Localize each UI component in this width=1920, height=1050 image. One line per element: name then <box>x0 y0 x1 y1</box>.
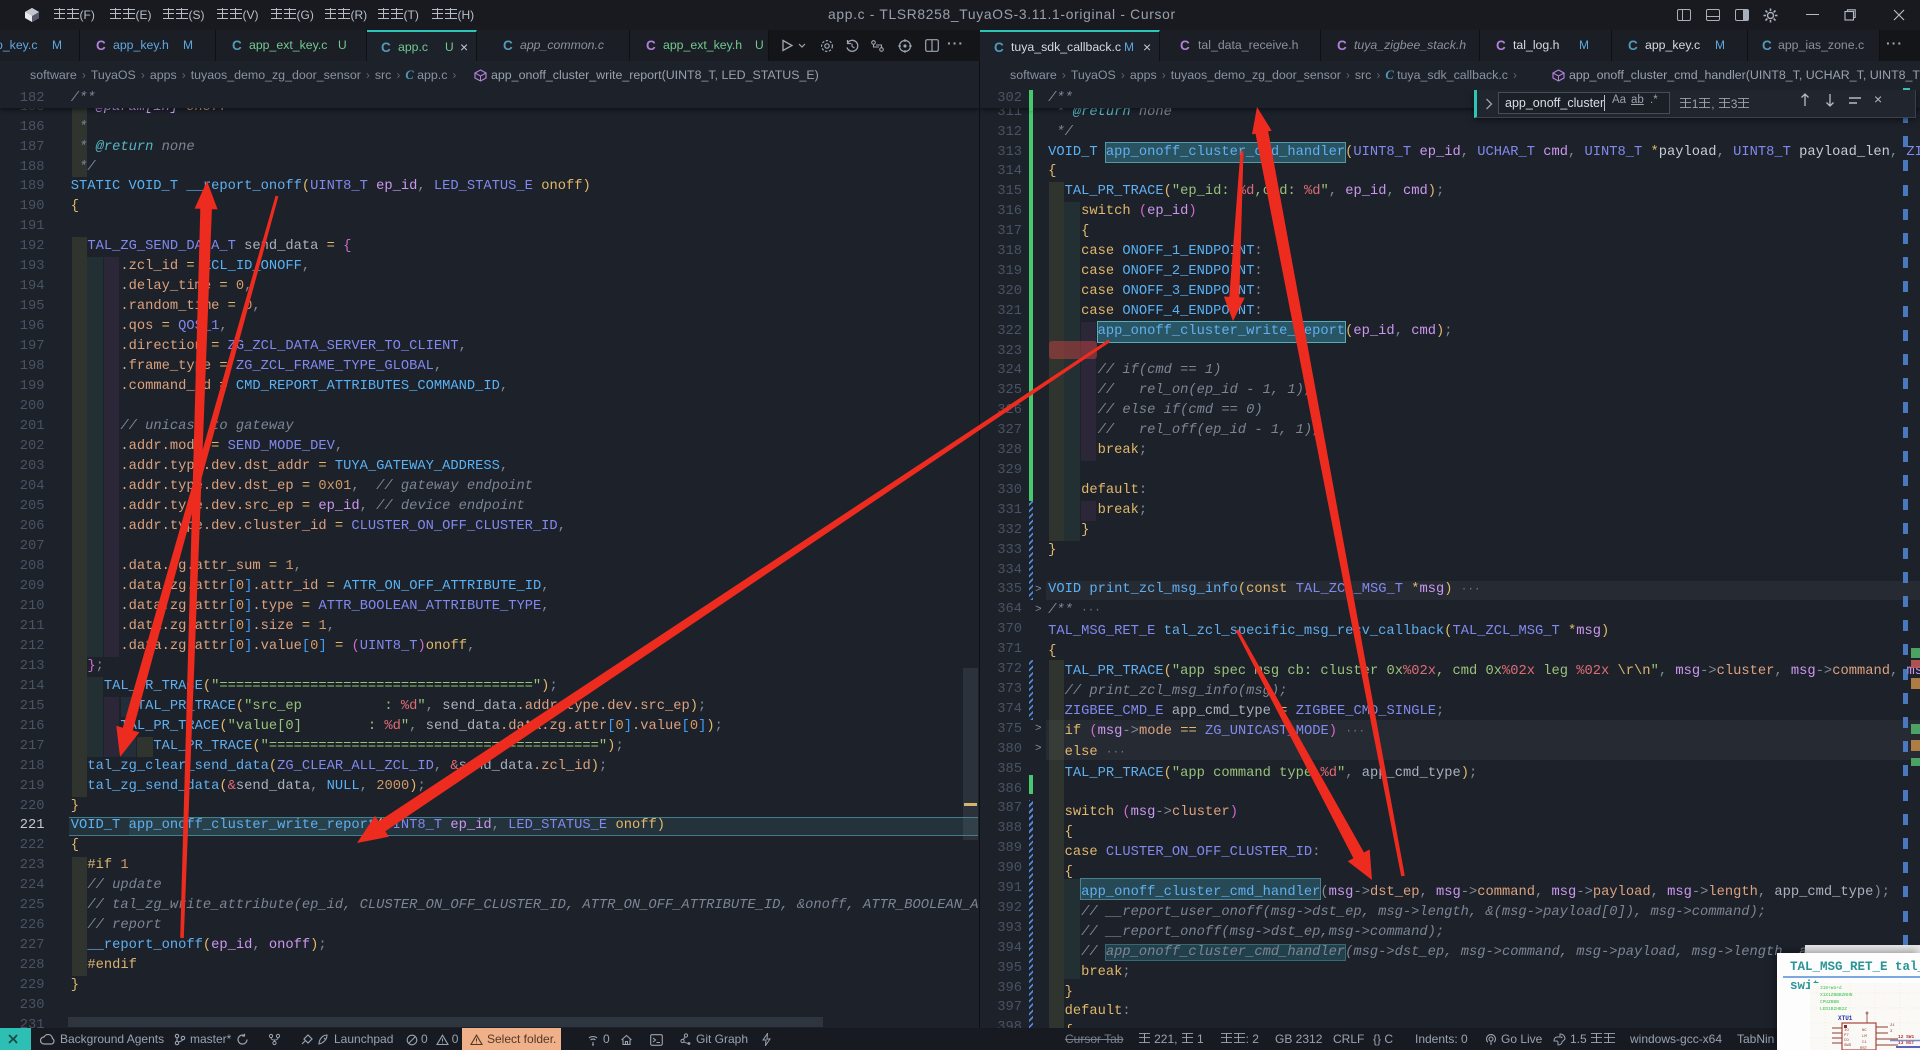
svg-text:310+Wa+d: 310+Wa+d <box>1820 985 1842 991</box>
svg-text:C1: C1 <box>1862 1041 1867 1045</box>
svg-text:XTU1: XTU1 <box>1838 1015 1853 1022</box>
svg-text:LM: LM <box>1862 1035 1867 1039</box>
svg-text:12 SW1: 12 SW1 <box>1898 1034 1915 1040</box>
svg-text:CO: CO <box>1844 1039 1849 1043</box>
svg-text:21: 21 <box>1890 1024 1895 1028</box>
svg-text:CPUZBBB: CPUZBBB <box>1820 999 1839 1005</box>
svg-text:3: 3 <box>1890 1030 1893 1034</box>
svg-text:NC: NC <box>1862 1029 1867 1033</box>
svg-text:X1X1ZBBBZNHN: X1X1ZBBBZNHN <box>1820 992 1853 998</box>
svg-text:LED1B2HB2Z: LED1B2HB2Z <box>1820 1006 1847 1012</box>
svg-text:P7: P7 <box>1844 1034 1849 1038</box>
svg-text:IO: IO <box>1844 1029 1849 1033</box>
svg-text:SWS: SWS <box>1844 1044 1852 1048</box>
